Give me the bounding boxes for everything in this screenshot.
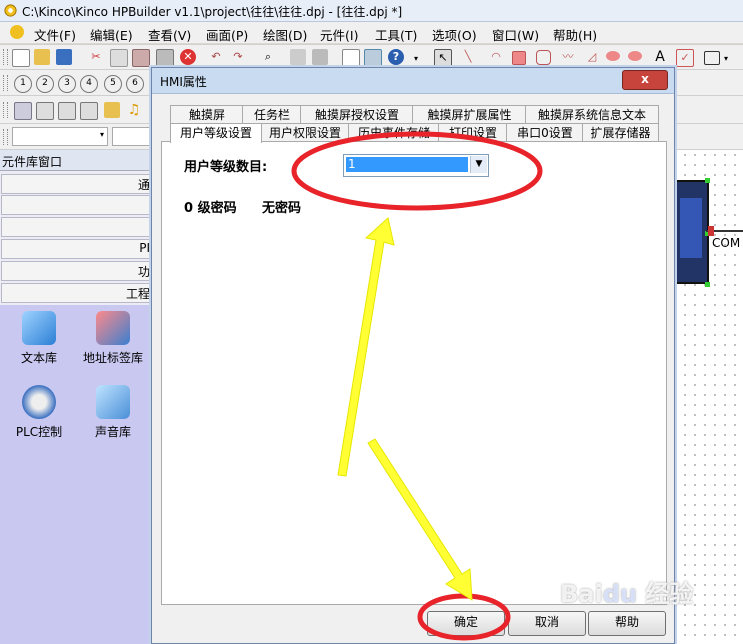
watermark: Baidu 经验 [560,580,694,608]
yellow-arrow-down [367,438,473,601]
yellow-arrow-up [337,217,395,477]
red-highlight-ellipse [291,131,543,211]
annotation-overlay [291,131,543,641]
red-highlight-ellipse [417,593,511,641]
tab-user-level-settings[interactable]: 用户等级设置 [170,123,262,143]
